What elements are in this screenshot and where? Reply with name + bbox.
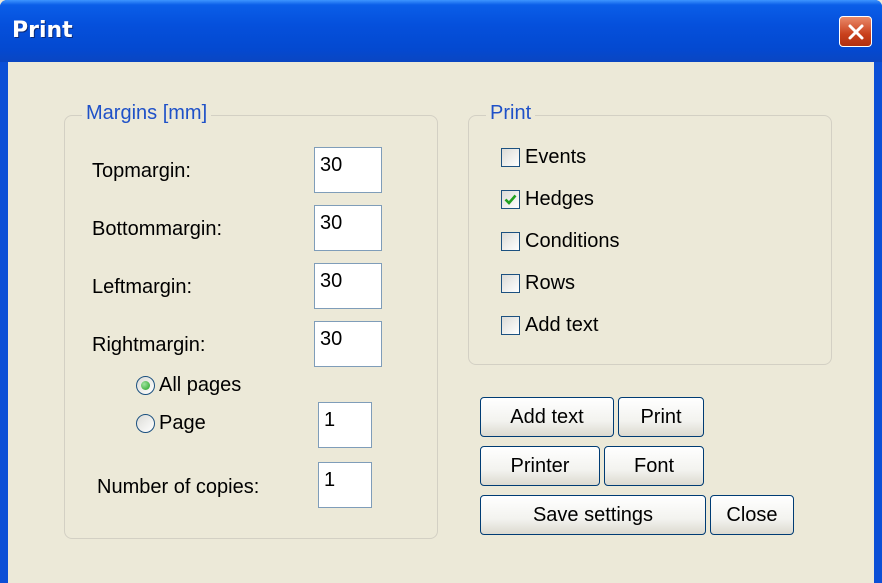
- topmargin-label: Topmargin:: [92, 160, 191, 182]
- bottommargin-label: Bottommargin:: [92, 218, 223, 240]
- margins-legend: Margins [mm]: [82, 102, 212, 125]
- bottommargin-field[interactable]: 30: [314, 205, 382, 251]
- title-bar[interactable]: Print: [0, 0, 882, 62]
- add-text-checkbox[interactable]: [501, 316, 520, 335]
- copies-field[interactable]: 1: [318, 462, 372, 508]
- rows-label[interactable]: Rows: [525, 272, 575, 295]
- print-dialog: Print Margins [mm] Topmargin: 30 Bottomm…: [0, 0, 882, 583]
- hedges-checkbox[interactable]: [501, 190, 520, 209]
- add-text-checkbox-label[interactable]: Add text: [525, 314, 598, 337]
- topmargin-field[interactable]: 30: [314, 147, 382, 193]
- close-window-button[interactable]: [839, 16, 872, 47]
- leftmargin-label: Leftmargin:: [92, 276, 193, 298]
- close-x-icon: [848, 24, 864, 40]
- save-settings-button[interactable]: Save settings: [480, 495, 706, 535]
- page-label[interactable]: Page: [159, 412, 206, 435]
- print-options-group: [468, 115, 832, 365]
- events-label[interactable]: Events: [525, 146, 586, 169]
- printer-button[interactable]: Printer: [480, 446, 600, 486]
- all-pages-label[interactable]: All pages: [159, 374, 241, 397]
- window-title: Print: [12, 18, 73, 43]
- rightmargin-field[interactable]: 30: [314, 321, 382, 367]
- print-options-legend: Print: [486, 102, 536, 125]
- leftmargin-field[interactable]: 30: [314, 263, 382, 309]
- page-radio[interactable]: [136, 414, 155, 433]
- conditions-label[interactable]: Conditions: [525, 230, 620, 253]
- conditions-checkbox[interactable]: [501, 232, 520, 251]
- close-button[interactable]: Close: [710, 495, 794, 535]
- dialog-body: Margins [mm] Topmargin: 30 Bottommargin:…: [8, 62, 874, 583]
- rows-checkbox[interactable]: [501, 274, 520, 293]
- print-button[interactable]: Print: [618, 397, 704, 437]
- checkmark-icon: [504, 194, 517, 205]
- page-number-field[interactable]: 1: [318, 402, 372, 448]
- hedges-label[interactable]: Hedges: [525, 188, 594, 211]
- events-checkbox[interactable]: [501, 148, 520, 167]
- rightmargin-label: Rightmargin:: [92, 334, 206, 356]
- radio-selected-dot: [141, 381, 150, 390]
- add-text-button[interactable]: Add text: [480, 397, 614, 437]
- copies-label: Number of copies:: [97, 476, 260, 498]
- font-button[interactable]: Font: [604, 446, 704, 486]
- all-pages-radio[interactable]: [136, 376, 155, 395]
